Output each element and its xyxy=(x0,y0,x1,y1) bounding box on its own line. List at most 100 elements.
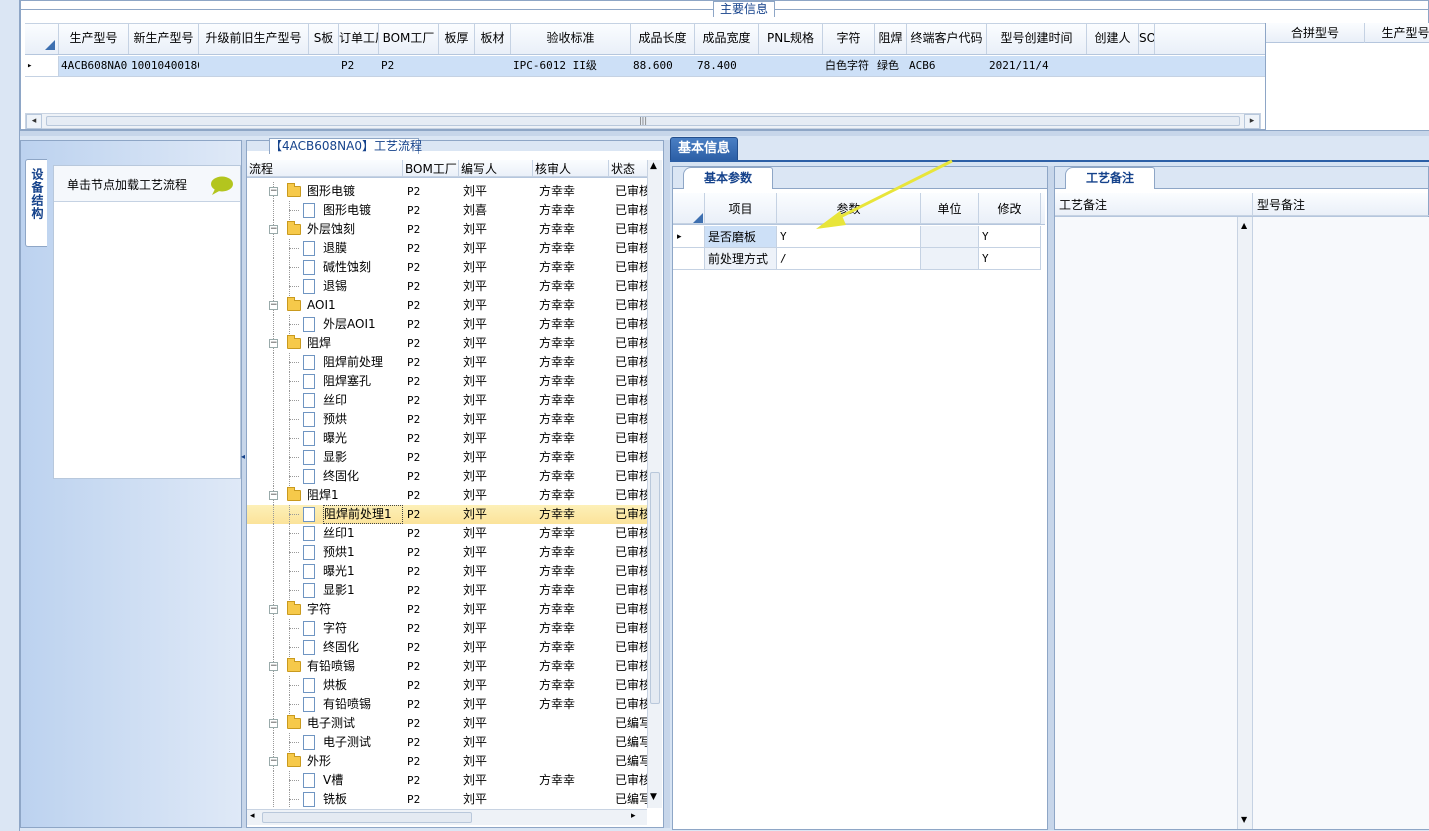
scroll-left-icon[interactable]: ◂ xyxy=(26,114,42,129)
main-cell[interactable]: 88.600 xyxy=(631,56,695,76)
main-cell[interactable]: 白色字符 xyxy=(823,56,875,76)
tree-row[interactable]: 退锡 P2 刘平 方幸幸 已审核 xyxy=(247,277,647,296)
tree-row[interactable]: − 外形 P2 刘平 已编写 xyxy=(247,752,647,771)
param-modify[interactable]: Y xyxy=(979,248,1041,270)
tree-row[interactable]: − 图形电镀 P2 刘平 方幸幸 已审核 xyxy=(247,182,647,201)
tree-row[interactable]: 曝光 P2 刘平 方幸幸 已审核 xyxy=(247,429,647,448)
tree-row[interactable]: 丝印1 P2 刘平 方幸幸 已审核 xyxy=(247,524,647,543)
tree-row[interactable]: 阻焊塞孔 P2 刘平 方幸幸 已审核 xyxy=(247,372,647,391)
collapse-left-icon[interactable]: ◂ xyxy=(241,452,245,461)
tree-row[interactable]: 阻焊前处理 P2 刘平 方幸幸 已审核 xyxy=(247,353,647,372)
main-cell[interactable] xyxy=(1087,56,1139,76)
main-cell[interactable]: 4ACB608NA0 xyxy=(59,56,129,76)
main-col-header[interactable]: 字符 xyxy=(823,24,875,54)
process-col-header[interactable]: 核审人 xyxy=(533,160,609,177)
vertical-tab[interactable]: 设备结构 xyxy=(25,159,47,247)
tree-row[interactable]: 外层AOI1 P2 刘平 方幸幸 已审核 xyxy=(247,315,647,334)
main-col-header[interactable]: 验收标准 xyxy=(511,24,631,54)
main-cell[interactable] xyxy=(309,56,339,76)
main-cell[interactable] xyxy=(475,56,511,76)
param-unit[interactable] xyxy=(921,248,979,270)
main-cell[interactable] xyxy=(199,56,309,76)
main-cell[interactable]: P2 xyxy=(379,56,439,76)
tree-vscrollbar[interactable]: ▲ ▼ xyxy=(647,160,662,808)
collapse-node-icon[interactable]: − xyxy=(269,662,278,671)
collapse-node-icon[interactable]: − xyxy=(269,719,278,728)
tree-row[interactable]: − AOI1 P2 刘平 方幸幸 已审核 xyxy=(247,296,647,315)
scroll-up-icon[interactable]: ▲ xyxy=(1241,221,1247,230)
process-tree[interactable]: − 图形电镀 P2 刘平 方幸幸 已审核 图形电镀 P2 刘喜 方幸幸 已审核 − 外层蚀刻 P2 刘平 方幸… xyxy=(247,178,647,808)
collapse-node-icon[interactable]: − xyxy=(269,339,278,348)
tree-row[interactable]: 铣板 P2 刘平 已编写 xyxy=(247,790,647,808)
tree-row[interactable]: 字符 P2 刘平 方幸幸 已审核 xyxy=(247,619,647,638)
basic-info-tab[interactable]: 基本信息 xyxy=(670,137,738,161)
main-cell[interactable]: 10010400180601 xyxy=(129,56,199,76)
tree-row[interactable]: 阻焊前处理1 P2 刘平 方幸幸 已审核 xyxy=(247,505,647,524)
tree-row[interactable]: 电子测试 P2 刘平 已编写 xyxy=(247,733,647,752)
main-col-header[interactable]: 终端客户代码 xyxy=(907,24,987,54)
scroll-thumb[interactable]: ||| xyxy=(46,116,1240,126)
tree-row[interactable]: 有铅喷锡 P2 刘平 方幸幸 已审核 xyxy=(247,695,647,714)
note-vscrollbar[interactable]: ▲ ▼ xyxy=(1237,217,1252,829)
main-col-header[interactable]: 生产型号 xyxy=(59,24,129,54)
tree-row[interactable]: 曝光1 P2 刘平 方幸幸 已审核 xyxy=(247,562,647,581)
tree-row[interactable]: 显影1 P2 刘平 方幸幸 已审核 xyxy=(247,581,647,600)
main-cell[interactable] xyxy=(759,56,823,76)
tree-hscrollbar[interactable]: ◂ ▸ xyxy=(247,809,647,825)
process-col-header[interactable]: 流程 xyxy=(247,160,403,177)
main-col-header[interactable]: 板厚 xyxy=(439,24,475,54)
main-col-header[interactable]: S板 xyxy=(309,24,339,54)
collapse-node-icon[interactable]: − xyxy=(269,491,278,500)
params-sub-tab[interactable]: 基本参数 xyxy=(683,167,773,189)
scroll-left-icon[interactable]: ◂ xyxy=(250,811,255,821)
main-col-header[interactable]: SO xyxy=(1139,24,1155,54)
collapse-node-icon[interactable]: − xyxy=(269,225,278,234)
scroll-right-icon[interactable]: ▸ xyxy=(1244,114,1260,129)
param-row[interactable]: 前处理方式 / Y xyxy=(673,248,1041,270)
tree-row[interactable]: 退膜 P2 刘平 方幸幸 已审核 xyxy=(247,239,647,258)
scroll-down-icon[interactable]: ▼ xyxy=(650,792,657,802)
main-cell[interactable]: 2021/11/4 xyxy=(987,56,1087,76)
main-col-header[interactable]: 创建人 xyxy=(1087,24,1139,54)
param-modify[interactable]: Y xyxy=(979,226,1041,248)
process-note-area[interactable]: ▲ ▼ xyxy=(1055,217,1253,829)
main-col-header[interactable]: 成品宽度 xyxy=(695,24,759,54)
tree-row[interactable]: 预烘 P2 刘平 方幸幸 已审核 xyxy=(247,410,647,429)
tree-row[interactable]: − 字符 P2 刘平 方幸幸 已审核 xyxy=(247,600,647,619)
collapse-node-icon[interactable]: − xyxy=(269,757,278,766)
horizontal-splitter[interactable] xyxy=(20,130,1429,136)
main-col-header[interactable]: BOM工厂 xyxy=(379,24,439,54)
tree-row[interactable]: V槽 P2 刘平 方幸幸 已审核 xyxy=(247,771,647,790)
tree-row[interactable]: − 电子测试 P2 刘平 已编写 xyxy=(247,714,647,733)
notes-tab[interactable]: 工艺备注 xyxy=(1065,167,1155,189)
main-cell[interactable] xyxy=(1139,56,1155,76)
main-col-header[interactable]: PNL规格 xyxy=(759,24,823,54)
scroll-thumb[interactable] xyxy=(262,812,472,823)
process-col-header[interactable]: 编写人 xyxy=(459,160,533,177)
main-cell[interactable]: 绿色 xyxy=(875,56,907,76)
scroll-thumb[interactable] xyxy=(650,472,660,704)
tree-row[interactable]: 丝印 P2 刘平 方幸幸 已审核 xyxy=(247,391,647,410)
main-cell[interactable]: 78.400 xyxy=(695,56,759,76)
main-col-header[interactable]: 订单工厂 xyxy=(339,24,379,54)
main-hscrollbar[interactable]: ◂ ||| ▸ xyxy=(25,113,1261,129)
process-col-header[interactable]: 状态 xyxy=(609,160,649,177)
main-grid-row[interactable]: ▸ 4ACB608NA010010400180601 P2P2 IPC-6012 I… xyxy=(25,56,1265,77)
collapse-node-icon[interactable]: − xyxy=(269,301,278,310)
tree-row[interactable]: 碱性蚀刻 P2 刘平 方幸幸 已审核 xyxy=(247,258,647,277)
scroll-up-icon[interactable]: ▲ xyxy=(650,161,657,171)
tree-row[interactable]: 显影 P2 刘平 方幸幸 已审核 xyxy=(247,448,647,467)
main-col-header[interactable]: 型号创建时间 xyxy=(987,24,1087,54)
scroll-right-icon[interactable]: ▸ xyxy=(631,811,636,821)
main-col-header[interactable]: 新生产型号 xyxy=(129,24,199,54)
tree-row[interactable]: 终固化 P2 刘平 方幸幸 已审核 xyxy=(247,467,647,486)
main-cell[interactable]: ACB6 xyxy=(907,56,987,76)
tree-row[interactable]: 预烘1 P2 刘平 方幸幸 已审核 xyxy=(247,543,647,562)
main-col-header[interactable]: 成品长度 xyxy=(631,24,695,54)
main-cell[interactable] xyxy=(439,56,475,76)
tree-row[interactable]: 终固化 P2 刘平 方幸幸 已审核 xyxy=(247,638,647,657)
tree-row[interactable]: − 阻焊1 P2 刘平 方幸幸 已审核 xyxy=(247,486,647,505)
scroll-down-icon[interactable]: ▼ xyxy=(1241,815,1247,824)
process-col-header[interactable]: BOM工厂 xyxy=(403,160,459,177)
main-col-header[interactable]: 升级前旧生产型号 xyxy=(199,24,309,54)
